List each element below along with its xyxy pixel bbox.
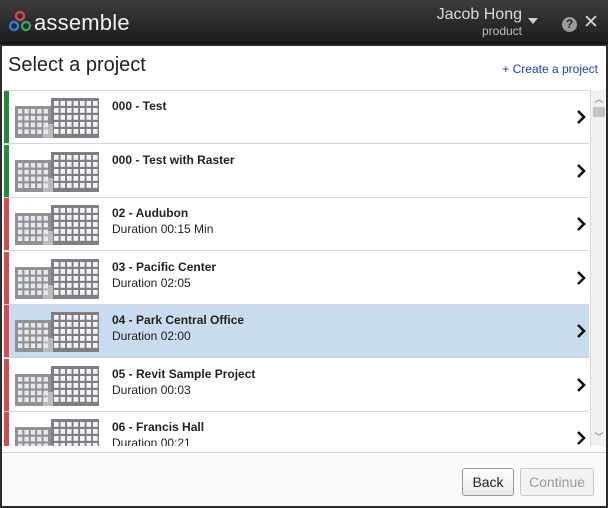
chevron-right-icon[interactable] [576, 217, 586, 231]
building-thumbnail-icon [15, 201, 99, 245]
title-bar: assemble Jacob Hong product ? ✕ [0, 0, 608, 44]
building-thumbnail-icon [15, 148, 99, 192]
scroll-down-arrow-icon[interactable]: ﹀ [594, 432, 604, 442]
project-duration: Duration 00:03 [112, 382, 191, 397]
building-thumbnail-icon [15, 415, 99, 446]
back-button[interactable]: Back [462, 468, 514, 496]
project-name: 04 - Park Central Office [112, 313, 245, 327]
project-name: 000 - Test with Raster [112, 152, 235, 167]
project-row[interactable]: 000 - Test [4, 91, 589, 144]
project-name: 05 - Revit Sample Project [112, 366, 256, 381]
project-name: 000 - Test [112, 99, 167, 113]
building-thumbnail-icon [15, 94, 99, 138]
project-row[interactable]: 05 - Revit Sample Project Duration 00:03 [4, 358, 589, 412]
dialog-footer: Back Continue [2, 452, 606, 506]
project-row[interactable]: 02 - Audubon Duration 00:15 Min [4, 198, 589, 251]
project-duration: Duration 00:15 Min [112, 222, 214, 236]
chevron-right-icon[interactable] [576, 270, 586, 285]
user-role[interactable]: product [482, 24, 522, 38]
scroll-up-arrow-icon[interactable]: ︿ [594, 94, 604, 104]
project-duration: Duration 02:05 [112, 275, 191, 290]
project-list-scrollbar[interactable]: ︿ ﹀ [590, 90, 606, 446]
create-project-link[interactable]: + Create a project [502, 62, 598, 76]
status-strip [4, 412, 9, 446]
continue-button[interactable]: Continue [520, 468, 594, 496]
chevron-right-icon[interactable] [576, 163, 586, 178]
project-duration: Duration 02:00 [112, 329, 191, 343]
chevron-right-icon[interactable] [576, 324, 586, 338]
chevron-right-icon[interactable] [576, 431, 586, 445]
scroll-thumb[interactable] [593, 107, 605, 117]
assemble-logo-icon [8, 10, 32, 32]
app-name: assemble [34, 10, 130, 35]
project-name: 06 - Francis Hall [112, 420, 205, 434]
status-strip [4, 251, 9, 304]
chevron-right-icon[interactable] [576, 377, 586, 392]
project-row[interactable]: 03 - Pacific Center Duration 02:05 [4, 251, 589, 305]
status-strip [4, 198, 9, 250]
building-thumbnail-icon [15, 255, 99, 299]
status-strip [4, 305, 9, 357]
project-row[interactable]: 06 - Francis Hall Duration 00:21 [4, 412, 589, 446]
user-menu-caret-icon[interactable] [528, 18, 538, 24]
close-icon[interactable]: ✕ [583, 13, 599, 33]
project-row[interactable]: 04 - Park Central Office Duration 02:00 [4, 305, 589, 358]
help-icon[interactable]: ? [562, 17, 577, 32]
project-row[interactable]: 000 - Test with Raster [4, 144, 589, 198]
project-duration: Duration 00:21 [112, 436, 191, 446]
project-list: 000 - Test 000 - Test with Raster 02 - Aud… [4, 90, 589, 446]
project-selector-panel: Select a project + Create a project 000 … [2, 46, 606, 506]
page-title: Select a project [8, 54, 146, 76]
building-thumbnail-icon [15, 362, 99, 406]
status-strip [4, 358, 9, 411]
chevron-right-icon[interactable] [576, 110, 586, 124]
status-strip [4, 144, 9, 197]
project-name: 02 - Audubon [112, 206, 189, 220]
user-name[interactable]: Jacob Hong [437, 6, 522, 24]
project-name: 03 - Pacific Center [112, 259, 217, 274]
building-thumbnail-icon [15, 308, 99, 352]
status-strip [4, 91, 9, 143]
